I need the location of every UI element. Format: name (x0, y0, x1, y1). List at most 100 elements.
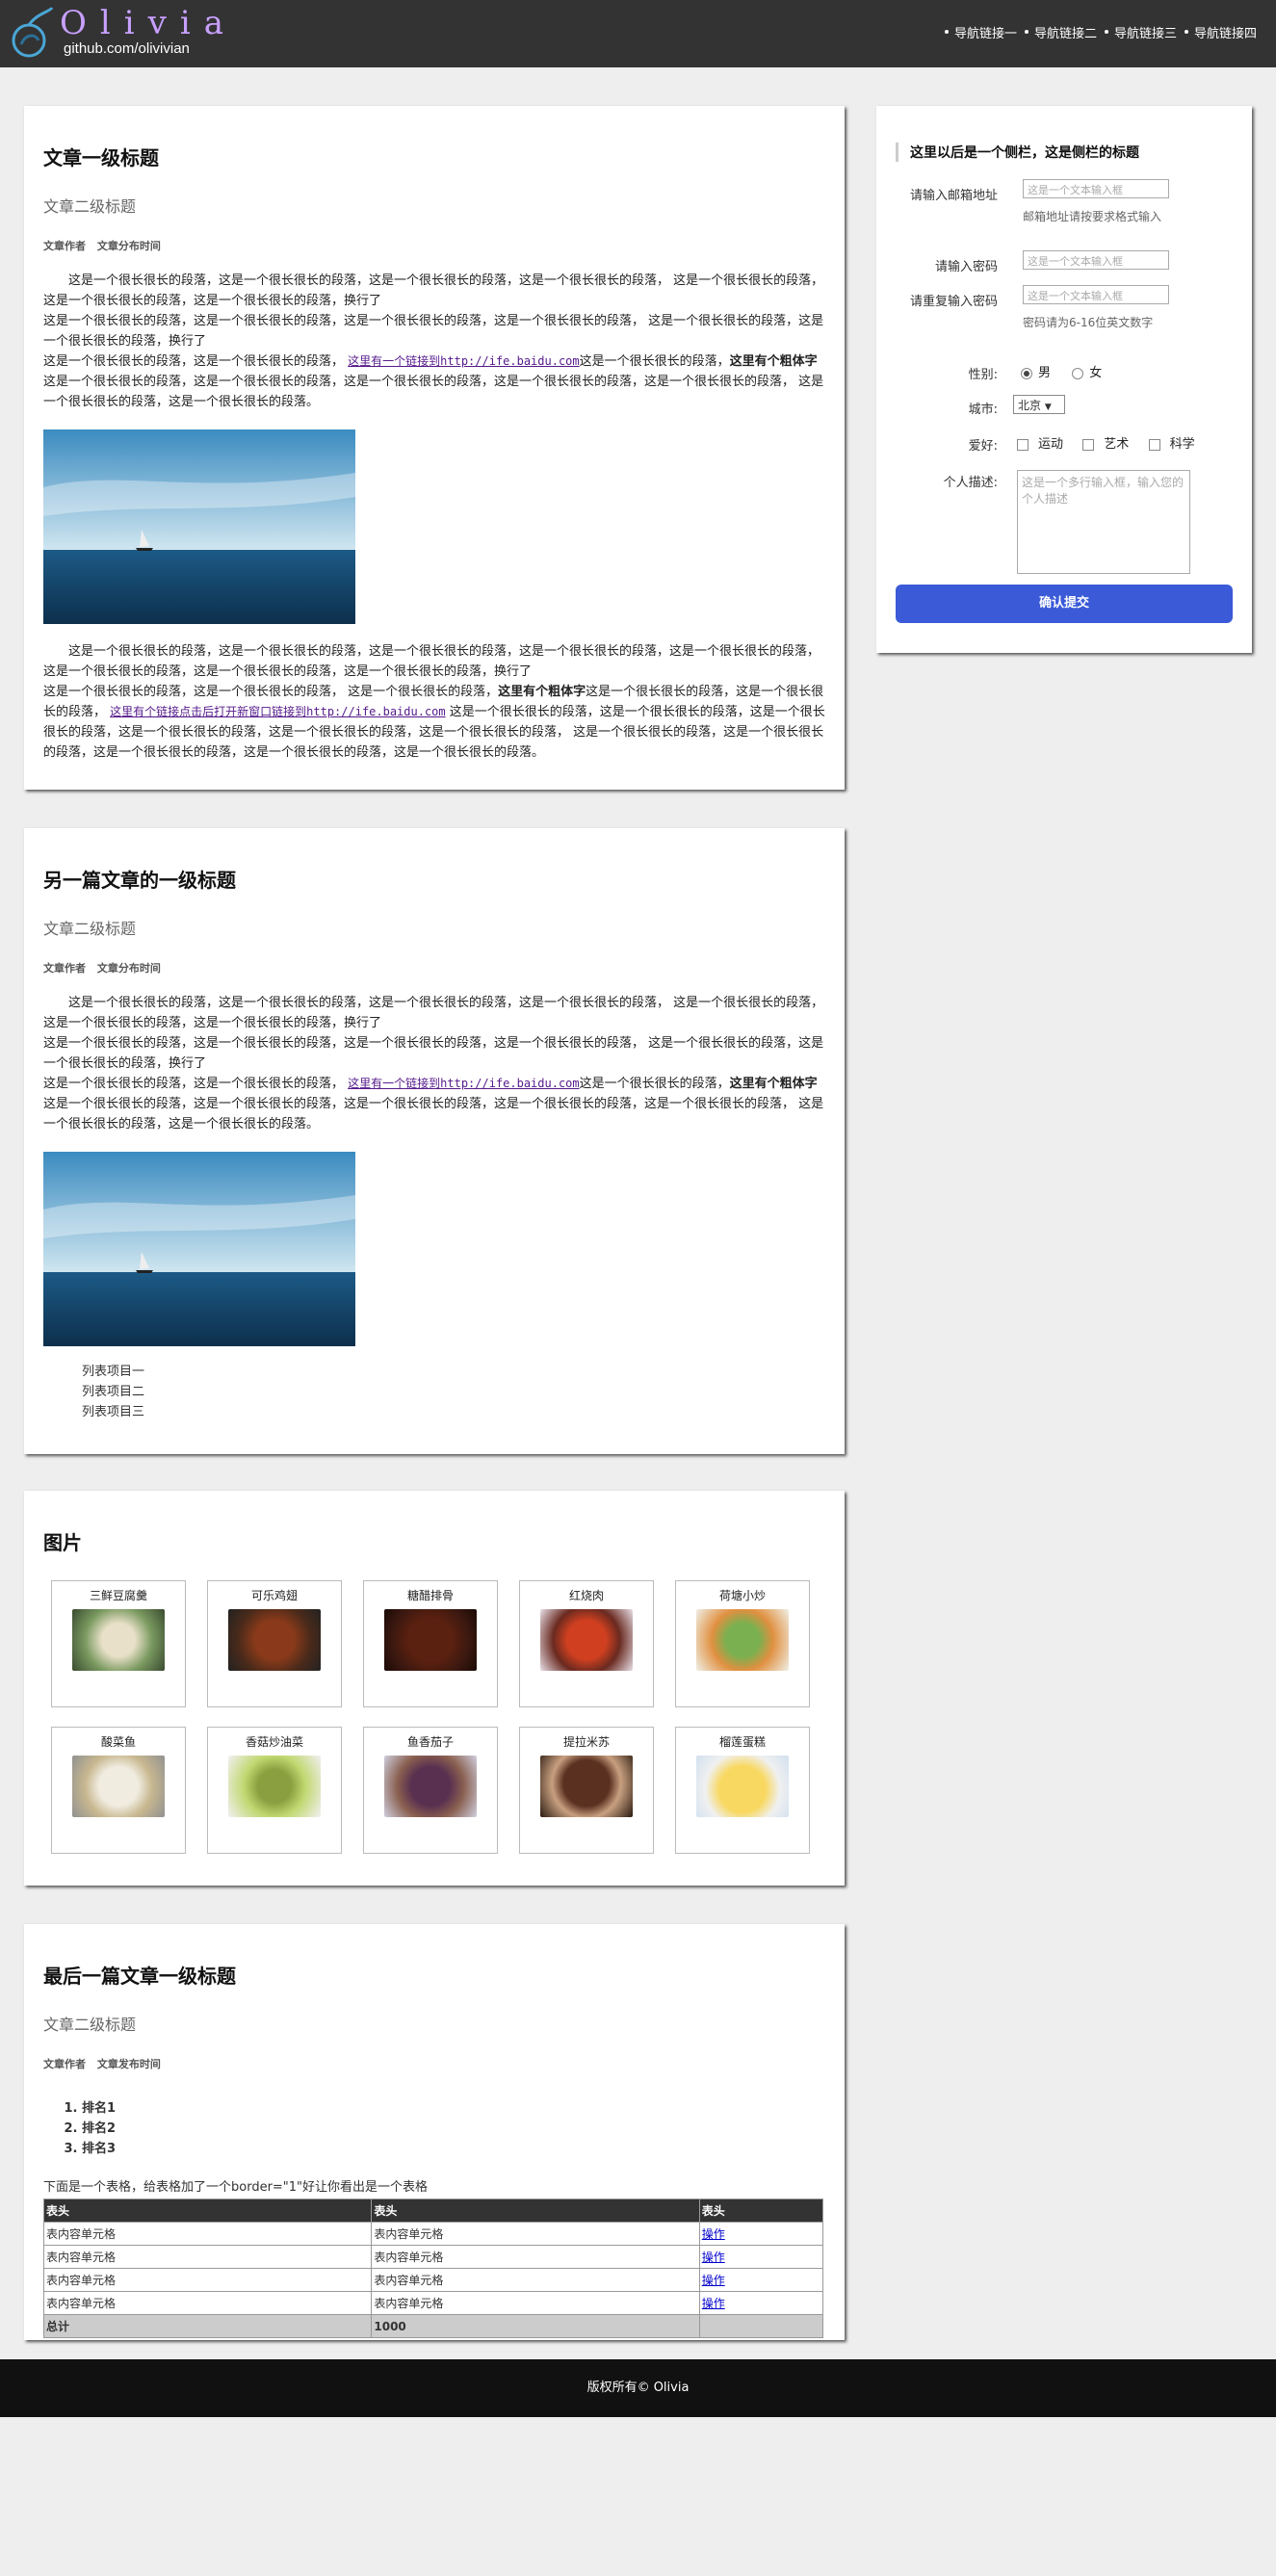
password-field[interactable]: 这是一个文本输入框 (1023, 250, 1169, 270)
article-subtitle: 文章二级标题 (43, 2016, 137, 2034)
gallery-title: 图片 (43, 1531, 82, 1554)
gender-male-radio[interactable] (1021, 367, 1032, 379)
hobby-sports-label: 运动 (1038, 437, 1064, 452)
paragraph-line: 这是一个很长很长的段落，这是一个很长很长的段落，这是一个很长很长的段落，这是一个… (43, 273, 824, 308)
article-time: 文章发布时间 (96, 2058, 161, 2070)
food-card[interactable]: 酸菜鱼 (51, 1727, 186, 1854)
hobby-options: 运动 艺术 科学 (1017, 433, 1195, 452)
food-name: 三鲜豆腐羹 (89, 1589, 147, 1602)
rank-item: 排名2 (82, 2119, 825, 2139)
bold-text: 这里有个粗体字 (498, 685, 586, 699)
gender-options: 男 女 (1021, 362, 1102, 380)
table-header: 表头 (698, 2199, 824, 2223)
baidu-link[interactable]: 这里有一个链接到http://ife.baidu.com (348, 354, 580, 368)
city-select-value: 北京 (1018, 399, 1042, 412)
food-card[interactable]: 榴莲蛋糕 (675, 1727, 810, 1854)
food-card[interactable]: 鱼香茄子 (363, 1727, 498, 1854)
gender-female-label: 女 (1089, 366, 1103, 380)
table-cell: 表内容单元格 (42, 2291, 373, 2315)
table-cell: 表内容单元格 (371, 2222, 700, 2246)
article-paragraph: 这是一个很长很长的段落，这是一个很长很长的段落，这是一个很长很长的段落，这是一个… (43, 993, 825, 1134)
submit-button[interactable]: 确认提交 (896, 585, 1233, 623)
article-card: 最后一篇文章一级标题 文章二级标题 文章作者 文章发布时间 排名1 排名2 排名… (24, 1924, 845, 2340)
ranking-list: 排名1 排名2 排名3 (82, 2098, 825, 2159)
main-nav: 导航链接一 导航链接二 导航链接三 导航链接四 (937, 23, 1257, 41)
data-table: 表头 表头 表头 表内容单元格 表内容单元格 操作 表内容单元格 表内容单元格 操作 表… (42, 2199, 824, 2338)
hobby-science-checkbox[interactable] (1148, 438, 1160, 451)
rank-item: 排名1 (82, 2098, 825, 2119)
city-select[interactable]: 北京 ▼ (1013, 395, 1065, 414)
article-subtitle: 文章二级标题 (43, 920, 137, 938)
gallery-card: 图片 三鲜豆腐羹 可乐鸡翅 糖醋排骨 红烧肉 荷塘小炒 酸菜鱼 香菇炒油菜 鱼香… (24, 1491, 845, 1886)
table-header: 表头 (371, 2199, 700, 2223)
email-field[interactable]: 这是一个文本输入框 (1023, 179, 1169, 198)
city-label: 城市: (968, 403, 998, 417)
paragraph-line: 这是一个很长很长的段落，这是一个很长很长的段落，这是一个很长很长的段落，这是一个… (43, 1036, 824, 1071)
article-card: 文章一级标题 文章二级标题 文章作者 文章分布时间 这是一个很长很长的段落，这是… (24, 106, 845, 790)
password-label: 请输入密码 (934, 260, 998, 274)
nav-link-2[interactable]: 导航链接二 (1017, 23, 1097, 41)
paragraph-text: 这是一个很长很长的段落， (579, 1077, 730, 1091)
food-card[interactable]: 提拉米苏 (519, 1727, 654, 1854)
baidu-newwindow-link[interactable]: 这里有个链接点击后打开新窗口链接到http://ife.baidu.com (110, 705, 446, 718)
logo-subtitle[interactable]: github.com/olivivian (64, 40, 190, 57)
email-label: 请输入邮箱地址 (909, 189, 998, 203)
food-card[interactable]: 红烧肉 (519, 1580, 654, 1707)
article-author: 文章作者 (43, 2058, 86, 2070)
list-item: 列表项目二 (82, 1385, 145, 1399)
article-meta: 文章作者 文章分布时间 (43, 238, 825, 253)
nav-link-3[interactable]: 导航链接三 (1097, 23, 1177, 41)
food-card[interactable]: 香菇炒油菜 (207, 1727, 342, 1854)
description-textarea[interactable]: 这是一个多行输入框，输入您的个人描述 (1017, 470, 1190, 574)
paragraph-line: 这是一个很长很长的段落，这是一个很长很长的段落，这是一个很长很长的段落，这是一个… (43, 644, 820, 679)
password-hint: 密码请为6-16位英文数字 (1023, 316, 1154, 329)
hobby-label: 爱好: (968, 439, 998, 454)
row-action-link[interactable]: 操作 (702, 2251, 725, 2264)
list-item: 列表项目一 (82, 1365, 145, 1379)
baidu-link[interactable]: 这里有一个链接到http://ife.baidu.com (348, 1077, 580, 1090)
logo-swirl-icon (8, 6, 56, 60)
logo-text[interactable]: Olivia (60, 4, 237, 42)
row-action-link[interactable]: 操作 (702, 2297, 725, 2310)
food-photo (72, 1609, 165, 1671)
bullet-list: 列表项目一 列表项目二 列表项目三 (82, 1362, 825, 1422)
sea-sailboat-image (43, 1152, 355, 1346)
food-card[interactable]: 可乐鸡翅 (207, 1580, 342, 1707)
password-repeat-field[interactable]: 这是一个文本输入框 (1023, 285, 1169, 304)
hobby-sports-checkbox[interactable] (1017, 438, 1029, 451)
table-cell: 操作 (698, 2291, 824, 2315)
copyright-text: 版权所有© Olivia (586, 2381, 690, 2395)
paragraph-line: 这是一个很长很长的段落，这是一个很长很长的段落，这是一个很长很长的段落，这是一个… (43, 996, 824, 1030)
hobby-art-checkbox[interactable] (1082, 438, 1095, 451)
table-row: 表内容单元格 表内容单元格 操作 (42, 2268, 824, 2292)
nav-link-4[interactable]: 导航链接四 (1177, 23, 1257, 41)
food-card[interactable]: 荷塘小炒 (675, 1580, 810, 1707)
paragraph-text: 这是一个很长很长的段落，这是一个很长很长的段落，这是一个很长很长的段落，这是一个… (43, 375, 824, 409)
paragraph-text: 这是一个很长很长的段落，这是一个很长很长的段落， (43, 354, 349, 369)
table-cell: 表内容单元格 (42, 2268, 373, 2292)
list-item: 列表项目三 (82, 1405, 145, 1419)
food-card[interactable]: 三鲜豆腐羹 (51, 1580, 186, 1707)
table-cell: 表内容单元格 (371, 2245, 700, 2269)
food-card[interactable]: 糖醋排骨 (363, 1580, 498, 1707)
site-footer: 版权所有© Olivia (0, 2359, 1276, 2417)
hobby-science-label: 科学 (1169, 437, 1195, 452)
gender-female-radio[interactable] (1072, 367, 1084, 379)
chevron-down-icon: ▼ (1044, 403, 1052, 412)
table-total-row: 总计 1000 (42, 2314, 824, 2338)
food-photo (540, 1609, 633, 1671)
row-action-link[interactable]: 操作 (702, 2227, 725, 2241)
paragraph-text: 这是一个很长很长的段落， (579, 354, 730, 369)
hobby-art-label: 艺术 (1104, 437, 1130, 452)
total-empty (698, 2314, 824, 2338)
article-paragraph: 这是一个很长很长的段落，这是一个很长很长的段落，这是一个很长很长的段落，这是一个… (43, 641, 825, 763)
paragraph-text: 这是一个很长很长的段落，这是一个很长很长的段落， 这是一个很长很长的段落， (43, 685, 499, 699)
site-header: Olivia github.com/olivivian 导航链接一 导航链接二 … (0, 0, 1276, 67)
article-paragraph: 这是一个很长很长的段落，这是一个很长很长的段落，这是一个很长很长的段落，这是一个… (43, 271, 825, 412)
nav-link-1[interactable]: 导航链接一 (937, 23, 1017, 41)
email-hint: 邮箱地址请按要求格式输入 (1023, 210, 1162, 223)
row-action-link[interactable]: 操作 (702, 2274, 725, 2287)
table-header: 表头 (42, 2199, 373, 2223)
food-photo (384, 1609, 477, 1671)
table-cell: 操作 (698, 2222, 824, 2246)
